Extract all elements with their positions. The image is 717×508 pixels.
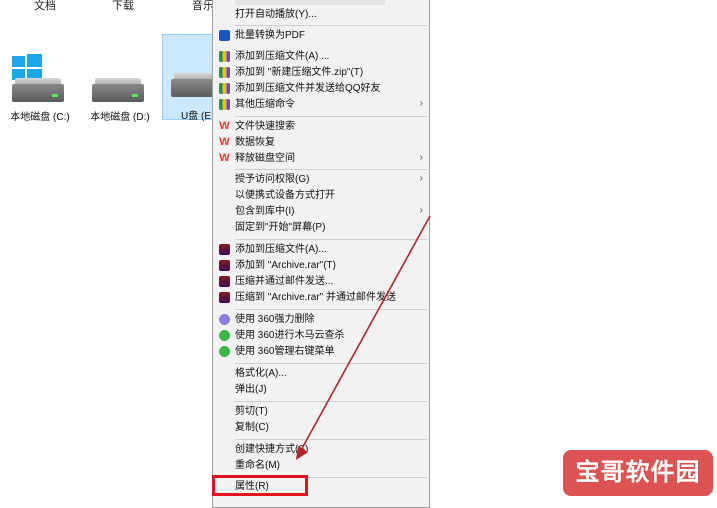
menu-item-360-scan[interactable]: 使用 360进行木马云查杀: [213, 328, 429, 344]
winrar-icon: [219, 292, 230, 303]
menu-item-format[interactable]: 格式化(A)...: [213, 366, 429, 382]
menu-item-360-shred[interactable]: 使用 360强力删除: [213, 312, 429, 328]
zip-icon: [219, 51, 230, 62]
menu-item-grant-access[interactable]: 授予访问权限(G) ›: [213, 172, 429, 188]
wps-icon: W: [219, 152, 230, 164]
pdf-icon: [219, 30, 230, 41]
submenu-arrow-icon: ›: [419, 152, 423, 163]
menu-item-add-to-zip[interactable]: 添加到 "新建压缩文件.zip"(T): [213, 65, 429, 81]
hard-drive-icon: [12, 78, 64, 104]
menu-item-add-to-archive[interactable]: 添加到压缩文件(A) ...: [213, 49, 429, 65]
folder-downloads-label[interactable]: 下载: [112, 0, 134, 13]
menu-item-open-portable[interactable]: 以便携式设备方式打开: [213, 188, 429, 204]
wps-icon: W: [219, 120, 230, 132]
menu-item-rar-email[interactable]: 压缩并通过邮件发送...: [213, 274, 429, 290]
submenu-arrow-icon: ›: [419, 98, 423, 109]
zip-icon: [219, 67, 230, 78]
zip-icon: [219, 83, 230, 94]
drive-d-label: 本地磁盘 (D:): [90, 112, 150, 123]
drive-c[interactable]: 本地磁盘 (C:): [2, 44, 78, 123]
folder-music-label[interactable]: 音乐: [192, 0, 214, 13]
menu-item-rar-add[interactable]: 添加到压缩文件(A)...: [213, 242, 429, 258]
menu-item-create-shortcut[interactable]: 创建快捷方式(S): [213, 442, 429, 458]
menu-item-file-search[interactable]: W 文件快速搜索: [213, 119, 429, 135]
submenu-arrow-icon: ›: [419, 205, 423, 216]
menu-item-rar-add-archive[interactable]: 添加到 "Archive.rar"(T): [213, 258, 429, 274]
drive-d[interactable]: 本地磁盘 (D:): [82, 44, 158, 123]
menu-item-cut[interactable]: 剪切(T): [213, 404, 429, 420]
menu-item-pin-start[interactable]: 固定到"开始"屏幕(P): [213, 220, 429, 236]
usb-drive-icon: [171, 73, 215, 99]
folder-documents-label[interactable]: 文档: [34, 0, 56, 13]
winrar-icon: [219, 276, 230, 287]
menu-item-batch-pdf[interactable]: 批量转换为PDF: [213, 28, 429, 44]
context-menu: 打开自动播放(Y)... 批量转换为PDF 添加到压缩文件(A) ... 添加到…: [212, 0, 430, 508]
menu-item-360-manage[interactable]: 使用 360管理右键菜单: [213, 344, 429, 360]
menu-item-autoplay[interactable]: 打开自动播放(Y)...: [213, 7, 429, 23]
drive-c-label: 本地磁盘 (C:): [10, 112, 70, 123]
submenu-arrow-icon: ›: [419, 173, 423, 184]
360-security-icon: [219, 346, 230, 357]
menu-item-copy[interactable]: 复制(C): [213, 420, 429, 436]
drive-usb-selected[interactable]: U盘 (E: [162, 34, 215, 122]
menu-item-include-library[interactable]: 包含到库中(I) ›: [213, 204, 429, 220]
watermark-logo: 宝哥软件园: [563, 450, 713, 496]
menu-item-rar-email-archive[interactable]: 压缩到 "Archive.rar" 并通过邮件发送: [213, 290, 429, 306]
menu-item-zip-send-qq[interactable]: 添加到压缩文件并发送给QQ好友: [213, 81, 429, 97]
wps-icon: W: [219, 136, 230, 148]
zip-icon: [219, 99, 230, 110]
menu-item-data-recovery[interactable]: W 数据恢复: [213, 135, 429, 151]
menu-item-eject[interactable]: 弹出(J): [213, 382, 429, 398]
hard-drive-icon: [92, 78, 144, 104]
highlight-box: [212, 475, 308, 496]
winrar-icon: [219, 244, 230, 255]
winrar-icon: [219, 260, 230, 271]
menu-item-rename[interactable]: 重命名(M): [213, 458, 429, 474]
menu-item-free-space[interactable]: W 释放磁盘空间 ›: [213, 151, 429, 167]
menu-item-other-compress[interactable]: 其他压缩命令 ›: [213, 97, 429, 113]
360-security-icon: [219, 330, 230, 341]
360-shredder-icon: [219, 314, 230, 325]
